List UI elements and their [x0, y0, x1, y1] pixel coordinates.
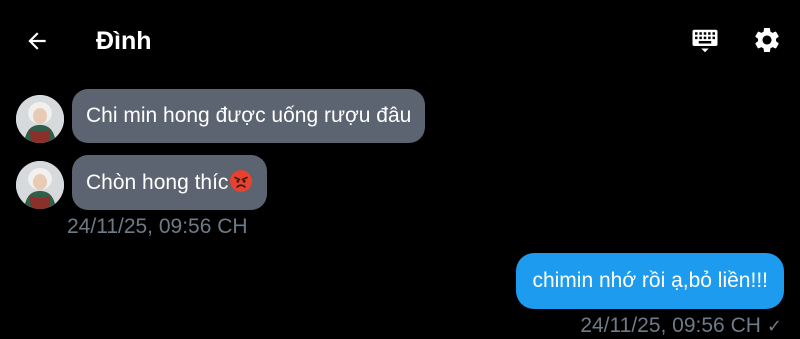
keyboard-button[interactable]: [688, 25, 722, 57]
outgoing-timestamp: 24/11/25, 09:56 CH: [580, 314, 761, 337]
incoming-message-bubble[interactable]: Chi min hong được uống rượu đâu: [72, 89, 426, 143]
gear-icon: [755, 27, 779, 52]
avatar-image: [16, 161, 64, 209]
sent-check-icon: ✓: [766, 316, 782, 336]
angry-face-emoji-icon: [230, 170, 253, 192]
back-button[interactable]: [20, 24, 54, 58]
avatar[interactable]: [16, 95, 64, 143]
page-title: Đình: [96, 27, 152, 55]
outgoing-timestamp-row: 24/11/25, 09:56 CH ✓: [580, 313, 782, 339]
message-text: Chi min hong được uống rượu đâu: [86, 104, 412, 127]
settings-button[interactable]: [750, 23, 784, 57]
avatar-image: [16, 95, 64, 143]
arrow-left-icon: [28, 32, 46, 50]
chat-header: Đình: [0, 0, 800, 80]
message-text: Chòn hong thíc: [86, 171, 229, 194]
keyboard-icon: [692, 29, 718, 53]
avatar[interactable]: [16, 161, 64, 209]
incoming-message-bubble[interactable]: Chòn hong thíc: [72, 155, 268, 210]
message-text: chimin nhớ rồi ạ,bỏ liền!!!: [532, 269, 768, 292]
outgoing-message-bubble[interactable]: chimin nhớ rồi ạ,bỏ liền!!!: [516, 253, 784, 309]
incoming-timestamp: 24/11/25, 09:56 CH: [67, 215, 248, 238]
